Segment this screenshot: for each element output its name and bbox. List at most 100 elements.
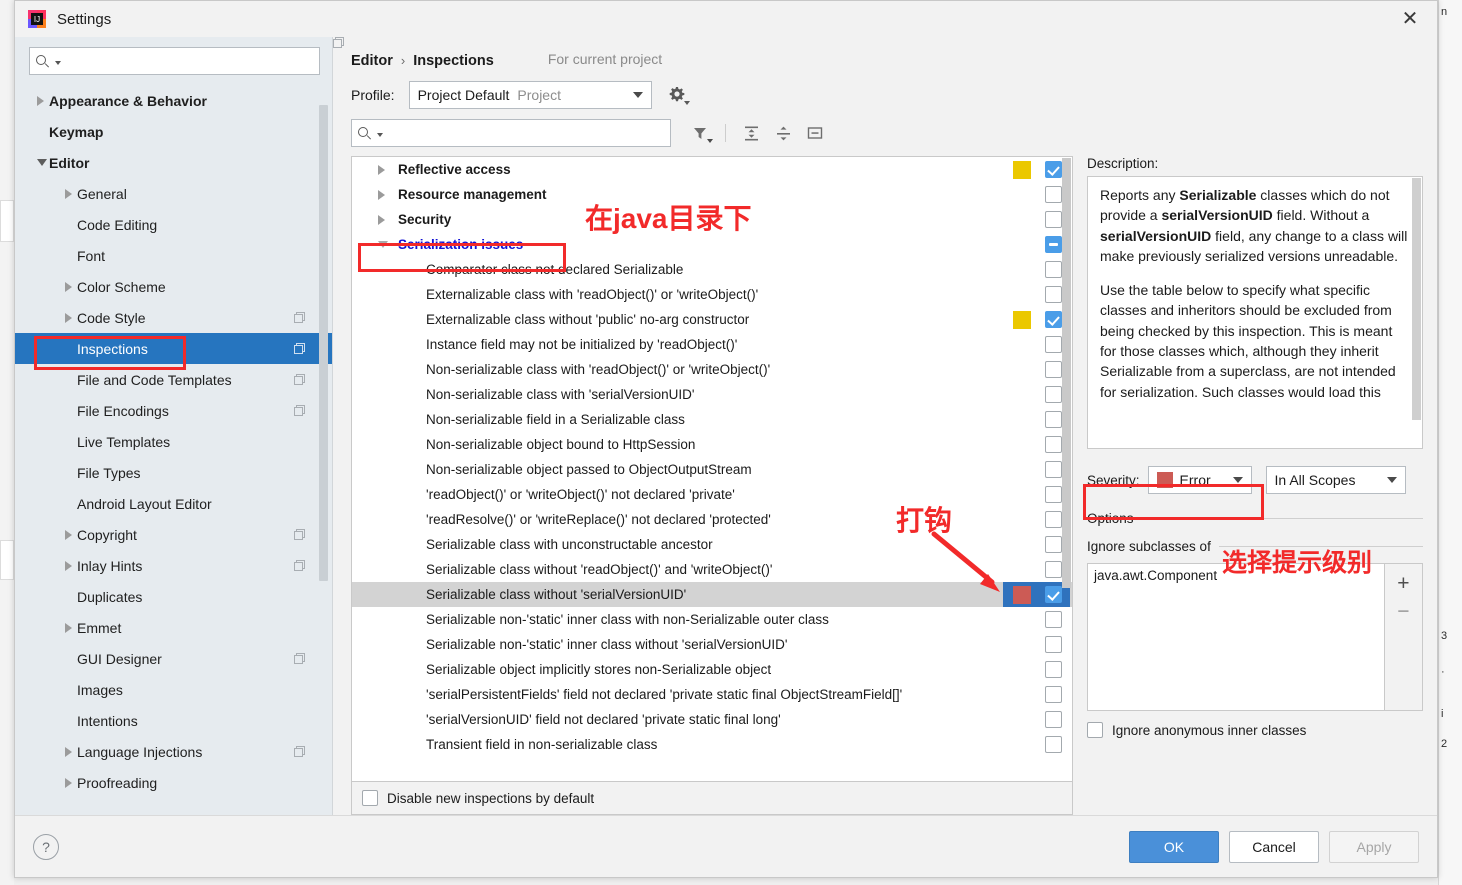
add-button[interactable]: +	[1397, 569, 1409, 597]
sidebar-item-intentions[interactable]: Intentions	[15, 705, 332, 736]
filter-icon[interactable]	[687, 120, 713, 146]
table-row[interactable]: 'serialPersistentFields' field not decla…	[352, 682, 1072, 707]
sidebar-item-inlay-hints[interactable]: Inlay Hints	[15, 550, 332, 581]
profile-select[interactable]: Project Default Project	[408, 81, 652, 109]
sidebar-item-file-types[interactable]: File Types	[15, 457, 332, 488]
sidebar-search[interactable]	[29, 47, 320, 75]
inspection-checkbox[interactable]	[1045, 411, 1062, 428]
sidebar-item-duplicates[interactable]: Duplicates	[15, 581, 332, 612]
sidebar-item-copyright[interactable]: Copyright	[15, 519, 332, 550]
sidebar-item-language-injections[interactable]: Language Injections	[15, 736, 332, 767]
severity-select[interactable]: Error	[1147, 466, 1252, 494]
chevron-down-icon[interactable]	[37, 159, 47, 166]
sidebar-search-input[interactable]	[61, 52, 313, 70]
inspection-checkbox[interactable]	[1045, 686, 1062, 703]
chevron-right-icon[interactable]	[65, 560, 72, 571]
chevron-right-icon[interactable]	[378, 164, 385, 175]
inspection-checkbox[interactable]	[1045, 736, 1062, 753]
chevron-right-icon[interactable]	[65, 281, 72, 292]
chevron-right-icon[interactable]	[65, 312, 72, 323]
collapse-all-icon[interactable]	[770, 120, 796, 146]
inspection-checkbox[interactable]	[1045, 311, 1062, 328]
chevron-right-icon[interactable]	[65, 622, 72, 633]
sidebar-item-color-scheme[interactable]: Color Scheme	[15, 271, 332, 302]
ok-button[interactable]: OK	[1129, 830, 1219, 863]
sidebar-item-android-layout-editor[interactable]: Android Layout Editor	[15, 488, 332, 519]
inspection-checkbox[interactable]	[1045, 636, 1062, 653]
apply-button[interactable]: Apply	[1329, 830, 1419, 863]
inspection-checkbox[interactable]	[1045, 461, 1062, 478]
sidebar-tree[interactable]: Appearance & Behavior Keymap Editor General…	[15, 83, 332, 815]
remove-button[interactable]: −	[1397, 597, 1409, 625]
table-row[interactable]: Externalizable class without 'public' no…	[352, 307, 1072, 332]
chevron-right-icon[interactable]	[65, 529, 72, 540]
inspection-checkbox[interactable]	[1045, 361, 1062, 378]
inspection-checkbox[interactable]	[1045, 386, 1062, 403]
inspection-search[interactable]	[351, 119, 671, 147]
inspection-search-input[interactable]	[383, 124, 664, 142]
sidebar-item-code-editing[interactable]: Code Editing	[15, 209, 332, 240]
table-row[interactable]: Non-serializable class with 'readObject(…	[352, 357, 1072, 382]
inspection-checkbox[interactable]	[1045, 536, 1062, 553]
inspection-checkbox[interactable]	[1045, 486, 1062, 503]
sidebar-item-file-and-code-templates[interactable]: File and Code Templates	[15, 364, 332, 395]
inspection-checkbox[interactable]	[1045, 586, 1062, 603]
sidebar-item-live-templates[interactable]: Live Templates	[15, 426, 332, 457]
sidebar-item-emmet[interactable]: Emmet	[15, 612, 332, 643]
tree-scrollbar[interactable]	[1062, 158, 1071, 588]
ignore-anonymous-row[interactable]: Ignore anonymous inner classes	[1087, 722, 1423, 738]
inspection-checkbox[interactable]	[1045, 236, 1062, 253]
sidebar-item-images[interactable]: Images	[15, 674, 332, 705]
sidebar-item-code-style[interactable]: Code Style	[15, 302, 332, 333]
disable-new-inspections-checkbox[interactable]	[362, 790, 378, 806]
description-scrollbar[interactable]	[1412, 178, 1421, 420]
ignore-list[interactable]: java.awt.Component	[1087, 563, 1385, 711]
sidebar-item-gui-designer[interactable]: GUI Designer	[15, 643, 332, 674]
table-row[interactable]: Externalizable class with 'readObject()'…	[352, 282, 1072, 307]
chevron-down-icon[interactable]	[378, 241, 388, 248]
inspection-checkbox[interactable]	[1045, 261, 1062, 278]
sidebar-item-proofreading[interactable]: Proofreading	[15, 767, 332, 798]
sidebar-item-font[interactable]: Font	[15, 240, 332, 271]
chevron-right-icon[interactable]	[378, 214, 385, 225]
ignore-anonymous-checkbox[interactable]	[1087, 722, 1103, 738]
inspection-checkbox[interactable]	[1045, 711, 1062, 728]
table-row[interactable]: Non-serializable field in a Serializable…	[352, 407, 1072, 432]
close-icon[interactable]: ✕	[1389, 2, 1431, 36]
inspection-checkbox[interactable]	[1045, 336, 1062, 353]
chevron-right-icon[interactable]	[65, 746, 72, 757]
table-row[interactable]: Reflective access	[352, 157, 1072, 182]
chevron-right-icon[interactable]	[378, 189, 385, 200]
sidebar-item-editor[interactable]: Editor	[15, 147, 332, 178]
inspection-checkbox[interactable]	[1045, 211, 1062, 228]
chevron-right-icon[interactable]	[37, 95, 44, 106]
table-row[interactable]: 'serialVersionUID' field not declared 'p…	[352, 707, 1072, 732]
inspections-tree[interactable]: Reflective access Resource management Secu…	[352, 157, 1072, 781]
chevron-right-icon[interactable]	[65, 777, 72, 788]
table-row[interactable]: Serializable object implicitly stores no…	[352, 657, 1072, 682]
sidebar-item-inspections[interactable]: Inspections	[15, 333, 332, 364]
cancel-button[interactable]: Cancel	[1229, 830, 1319, 863]
gear-icon[interactable]	[668, 86, 690, 105]
sidebar-item-file-encodings[interactable]: File Encodings	[15, 395, 332, 426]
table-row[interactable]: Non-serializable class with 'serialVersi…	[352, 382, 1072, 407]
breadcrumb-parent[interactable]: Editor	[351, 53, 393, 69]
table-row[interactable]: Serializable non-'static' inner class wi…	[352, 632, 1072, 657]
table-row[interactable]: 'readObject()' or 'writeObject()' not de…	[352, 482, 1072, 507]
inspection-checkbox[interactable]	[1045, 511, 1062, 528]
inspection-checkbox[interactable]	[1045, 186, 1062, 203]
sidebar-scrollbar[interactable]	[319, 105, 328, 581]
expand-all-icon[interactable]	[738, 120, 764, 146]
chevron-right-icon[interactable]	[65, 188, 72, 199]
inspection-checkbox[interactable]	[1045, 286, 1062, 303]
reset-icon[interactable]	[802, 120, 828, 146]
sidebar-item-general[interactable]: General	[15, 178, 332, 209]
inspection-checkbox[interactable]	[1045, 661, 1062, 678]
table-row[interactable]: 'readResolve()' or 'writeReplace()' not …	[352, 507, 1072, 532]
table-row[interactable]: Serializable non-'static' inner class wi…	[352, 607, 1072, 632]
table-row[interactable]: Non-serializable object passed to Object…	[352, 457, 1072, 482]
scope-select[interactable]: In All Scopes	[1265, 466, 1406, 494]
sidebar-item-keymap[interactable]: Keymap	[15, 116, 332, 147]
help-button[interactable]: ?	[33, 833, 59, 860]
inspection-checkbox[interactable]	[1045, 436, 1062, 453]
